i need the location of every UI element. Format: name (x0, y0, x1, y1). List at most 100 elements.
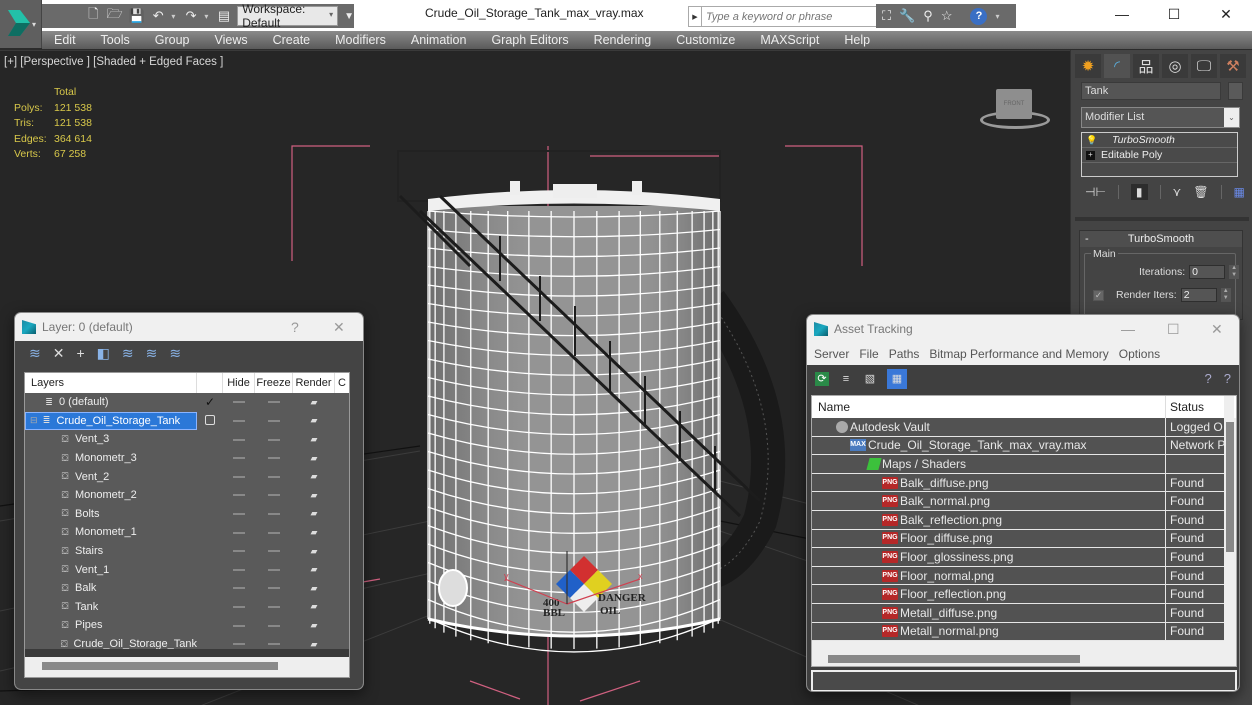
undo-icon[interactable]: ↶ (151, 7, 165, 25)
remove-modifier-icon[interactable]: 🗑 (1193, 185, 1208, 199)
render-teapot-icon[interactable]: ▰ (293, 508, 335, 519)
column-current[interactable] (197, 373, 223, 393)
create-layer-icon[interactable]: ≋ (29, 345, 41, 362)
freeze-toggle[interactable] (255, 601, 293, 613)
menu-group[interactable]: Group (155, 33, 190, 47)
horizontal-scrollbar[interactable] (812, 652, 1224, 666)
add-to-layer-icon[interactable]: + (76, 345, 84, 361)
layer-row[interactable]: ⛋ Stairs ▰ (25, 542, 349, 561)
object-color-swatch[interactable] (1228, 82, 1243, 100)
delete-layer-icon[interactable]: ✕ (53, 345, 65, 362)
layer-row[interactable]: ⛋ Balk ▰ (25, 579, 349, 598)
layer-name-cell[interactable]: ⛋ Pipes (25, 616, 197, 634)
show-end-result-icon[interactable]: ▮ (1130, 184, 1148, 200)
menu-file[interactable]: File (859, 347, 878, 361)
layer-name-cell[interactable]: ⛋ Stairs (25, 542, 197, 560)
layer-row[interactable]: ⛋ Pipes ▰ (25, 616, 349, 635)
hide-toggle[interactable] (223, 601, 255, 613)
key-icon[interactable]: 🔧 (899, 8, 915, 24)
vertical-scrollbar[interactable] (1224, 396, 1234, 646)
layer-name-cell[interactable]: ⛋ Vent_1 (25, 561, 197, 579)
menu-customize[interactable]: Customize (676, 33, 735, 47)
minimize-button[interactable]: — (1096, 0, 1148, 28)
display-tab[interactable]: 🖵 (1191, 54, 1217, 78)
freeze-toggle[interactable] (255, 471, 293, 483)
menu-options[interactable]: Options (1119, 347, 1160, 361)
layer-row[interactable]: ⛋ Monometr_3 ▰ (25, 449, 349, 468)
render-iters-input[interactable] (1180, 288, 1217, 302)
render-iters-spinner[interactable]: ▲ ▼ (1220, 288, 1231, 302)
redo-dropdown-icon[interactable]: ▾ (204, 12, 210, 21)
layer-name-cell[interactable]: ⛋ Monometr_1 (25, 523, 197, 541)
hide-toggle[interactable] (223, 545, 255, 557)
binoculars-icon[interactable]: ⛶ (882, 8, 891, 24)
menu-views[interactable]: Views (214, 33, 247, 47)
layer-name-cell[interactable]: ⛋ Vent_2 (25, 468, 197, 486)
iterations-input[interactable] (1189, 265, 1226, 279)
hide-toggle[interactable] (223, 508, 255, 520)
layer-row[interactable]: ⛋ Monometr_2 ▰ (25, 486, 349, 505)
layer-row[interactable]: ⛋ Vent_3 ▰ (25, 430, 349, 449)
layer-row[interactable]: ⛋ Tank ▰ (25, 598, 349, 617)
pin-stack-icon[interactable]: ⊣⊢ (1085, 185, 1106, 199)
workspace-dropdown[interactable]: Workspace: Default ▾ (237, 2, 339, 30)
scrollbar-thumb[interactable] (828, 655, 1080, 663)
menu-help[interactable]: Help (844, 33, 870, 47)
search-input[interactable] (702, 6, 892, 27)
freeze-toggle[interactable] (255, 619, 293, 631)
stack-item-turbosmooth[interactable]: 💡 TurboSmooth (1082, 133, 1237, 148)
app-menu-button[interactable]: ▾ (0, 0, 42, 48)
render-teapot-icon[interactable]: ▰ (293, 415, 335, 426)
list-view-icon[interactable]: ≡ (839, 372, 853, 386)
menu-paths[interactable]: Paths (889, 347, 920, 361)
set-current-layer-icon[interactable]: ≋ (146, 345, 158, 362)
help-button[interactable]: ? (291, 313, 299, 341)
stack-item-editable-poly[interactable]: + Editable Poly (1082, 148, 1237, 163)
hide-toggle[interactable] (223, 415, 255, 427)
render-teapot-icon[interactable]: ▰ (293, 601, 335, 612)
menu-rendering[interactable]: Rendering (594, 33, 652, 47)
menu-server[interactable]: Server (814, 347, 849, 361)
dialog-title-bar[interactable]: Asset Tracking — ☐ ✕ (807, 315, 1239, 343)
object-name-field[interactable] (1081, 82, 1221, 100)
column-layers[interactable]: Layers (25, 373, 197, 393)
rollout-header[interactable]: - TurboSmooth (1080, 231, 1242, 247)
freeze-toggle[interactable] (255, 396, 293, 408)
freeze-toggle[interactable] (255, 564, 293, 576)
layer-name-cell[interactable]: ⛋ Monometr_2 (25, 486, 197, 504)
collapse-icon[interactable]: ⊟ (30, 415, 38, 426)
render-teapot-icon[interactable]: ▰ (293, 620, 335, 631)
current-cell[interactable]: ✓ (197, 395, 223, 409)
render-iters-checkbox[interactable]: ✓ (1093, 289, 1104, 301)
save-icon[interactable]: 💾 (129, 7, 145, 25)
column-render[interactable]: Render (293, 373, 335, 393)
render-teapot-icon[interactable]: ▰ (293, 453, 335, 464)
viewcube-face[interactable]: FRONT (996, 89, 1032, 119)
layer-name-cell[interactable]: ⊟ ≣ Crude_Oil_Storage_Tank (25, 411, 197, 430)
layer-row[interactable]: ⛋ Bolts ▰ (25, 505, 349, 524)
layer-name-cell[interactable]: ⛋ Balk (25, 579, 197, 597)
asset-row[interactable]: PNG Floor_diffuse.png Found (812, 529, 1224, 549)
customize-toolbar-icon[interactable]: ▼ (344, 11, 354, 22)
table-view-icon[interactable]: ▦ (887, 369, 907, 389)
menu-modifiers[interactable]: Modifiers (335, 33, 386, 47)
hide-toggle[interactable] (223, 619, 255, 631)
layer-properties-icon[interactable]: ≋ (169, 345, 181, 362)
context-help-icon[interactable]: ? (1224, 371, 1231, 386)
column-hide[interactable]: Hide (223, 373, 255, 393)
hide-toggle[interactable] (223, 396, 255, 408)
column-name[interactable]: Name (812, 396, 1166, 418)
asset-row[interactable]: PNG Balk_diffuse.png Found (812, 473, 1224, 493)
help-dropdown-icon[interactable]: ▾ (995, 12, 999, 21)
dialog-title-bar[interactable]: Layer: 0 (default) ? ✕ (15, 313, 363, 341)
menu-tools[interactable]: Tools (101, 33, 130, 47)
freeze-toggle[interactable] (255, 526, 293, 538)
hide-toggle[interactable] (223, 452, 255, 464)
menu-create[interactable]: Create (273, 33, 311, 47)
layer-row[interactable]: ⊟ ≣ Crude_Oil_Storage_Tank ▰ (25, 411, 349, 431)
asset-row[interactable]: PNG Floor_reflection.png Found (812, 585, 1224, 604)
expand-icon[interactable]: + (1086, 150, 1095, 160)
hide-toggle[interactable] (223, 489, 255, 501)
layer-row[interactable]: ⛋ Vent_2 ▰ (25, 467, 349, 486)
maximize-button[interactable]: ☐ (1167, 315, 1180, 343)
